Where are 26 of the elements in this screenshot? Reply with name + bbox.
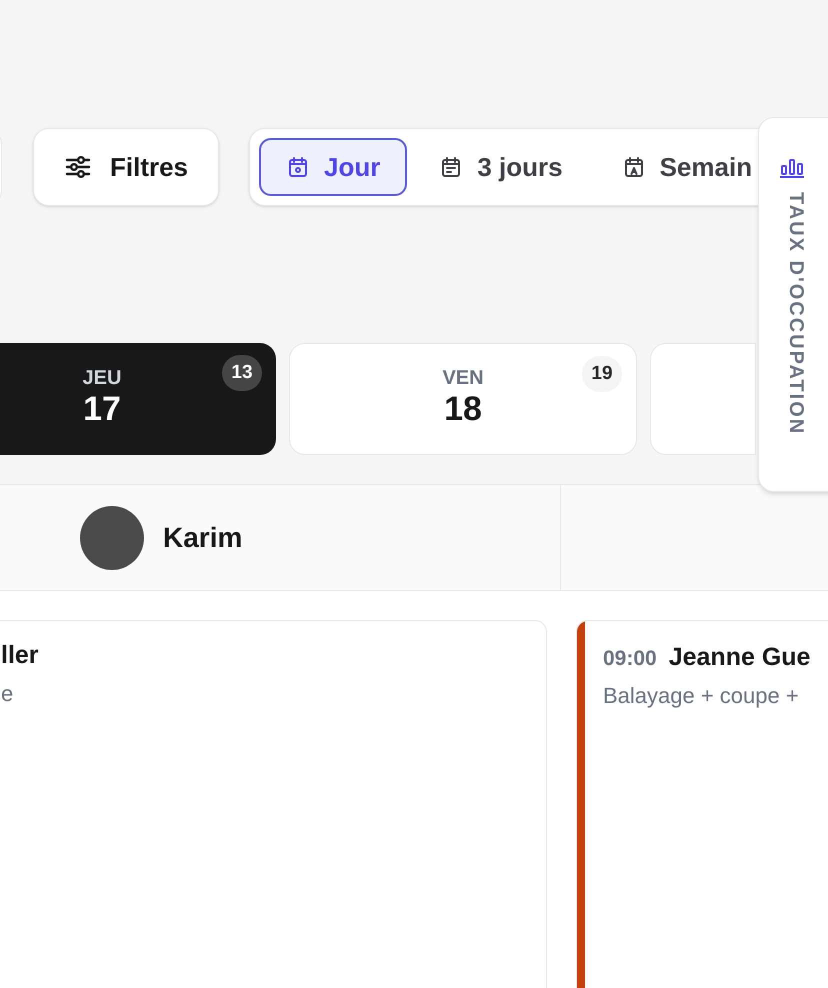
appointment-time: 09:00 <box>603 646 657 672</box>
view-tab[interactable]: Jour <box>259 138 408 196</box>
panel-label: TAUX D'OCCUPATION <box>784 192 808 436</box>
appointment-card[interactable]: 09:00 Jeanne Gue Balayage + coupe + <box>576 620 828 988</box>
count-badge: 19 <box>582 356 622 392</box>
calendar-icon <box>286 155 310 179</box>
weekday-label: JEU <box>82 368 122 388</box>
day-card[interactable]: VEN 18 19 <box>289 343 637 455</box>
client-name: ller <box>1 640 39 671</box>
date-number: 18 <box>444 388 482 430</box>
bar-chart-icon <box>779 156 805 178</box>
filter-button[interactable]: Filtres <box>33 128 219 206</box>
date-number: 17 <box>83 388 121 430</box>
service-text: Balayage + coupe + <box>603 682 800 710</box>
day-card[interactable]: JEU 17 13 <box>0 343 276 455</box>
side-panel[interactable]: TAUX D'OCCUPATION <box>758 117 828 492</box>
sliders-icon <box>64 155 92 179</box>
service-text: e <box>1 680 14 708</box>
view-tab[interactable]: Semain <box>594 138 756 196</box>
weekday-label: VEN <box>442 368 484 388</box>
staff-name: Karim <box>163 520 242 554</box>
client-name: Jeanne Gue <box>668 642 810 673</box>
view-tab[interactable]: 3 jours <box>412 138 590 196</box>
appointment-card[interactable]: ller e <box>0 620 547 988</box>
count-badge: 13 <box>222 355 262 391</box>
day-card[interactable] <box>650 343 756 455</box>
